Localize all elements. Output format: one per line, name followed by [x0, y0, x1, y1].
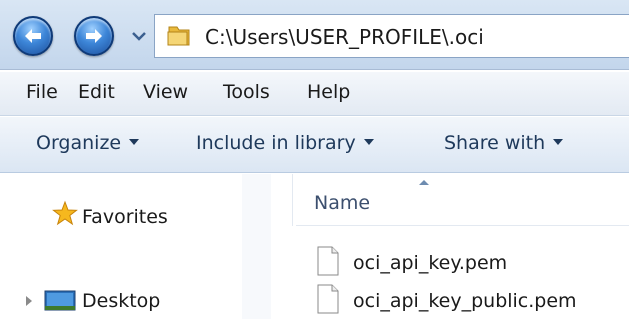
menu-bar: File Edit View Tools Help [0, 72, 629, 116]
share-with-button[interactable]: Share with [444, 132, 564, 154]
command-bar: Organize Include in library Share with [0, 117, 629, 173]
forward-button[interactable] [74, 16, 114, 56]
address-field[interactable]: C:\Users\USER_PROFILE\.oci [154, 14, 629, 58]
nav-desktop[interactable]: Desktop [82, 290, 160, 312]
sort-ascending-icon [419, 180, 429, 185]
folder-icon [167, 26, 190, 46]
menu-view[interactable]: View [143, 81, 188, 103]
include-in-library-button[interactable]: Include in library [196, 132, 374, 154]
navigation-pane-edge [242, 174, 271, 319]
column-header-name-label: Name [314, 192, 371, 214]
star-icon [52, 200, 78, 226]
nav-favorites[interactable]: Favorites [82, 206, 168, 228]
file-row[interactable]: oci_api_key.pem [316, 246, 629, 280]
file-name: oci_api_key.pem [353, 252, 508, 274]
expand-arrow-icon[interactable] [26, 296, 32, 306]
file-row[interactable]: oci_api_key_public.pem [316, 284, 629, 318]
address-toolbar: C:\Users\USER_PROFILE\.oci [0, 0, 629, 70]
column-divider [292, 174, 293, 226]
back-button[interactable] [13, 16, 53, 56]
forward-arrow-icon [86, 29, 102, 43]
organize-button[interactable]: Organize [36, 132, 140, 154]
address-path: C:\Users\USER_PROFILE\.oci [205, 25, 484, 49]
chevron-down-icon [553, 138, 564, 145]
menu-edit[interactable]: Edit [78, 81, 115, 103]
document-icon [317, 246, 339, 276]
file-name: oci_api_key_public.pem [353, 290, 577, 312]
menu-file[interactable]: File [26, 81, 58, 103]
chevron-down-icon [129, 138, 140, 145]
menu-tools[interactable]: Tools [223, 81, 270, 103]
menu-help[interactable]: Help [307, 81, 350, 103]
organize-label: Organize [36, 132, 122, 154]
chevron-down-icon [363, 138, 374, 145]
recent-pages-button[interactable] [130, 22, 148, 50]
chevron-down-icon [132, 32, 146, 41]
back-arrow-icon [25, 29, 41, 43]
share-with-label: Share with [444, 132, 546, 154]
desktop-icon [44, 290, 76, 311]
document-icon [317, 284, 339, 314]
include-in-library-label: Include in library [196, 132, 356, 154]
